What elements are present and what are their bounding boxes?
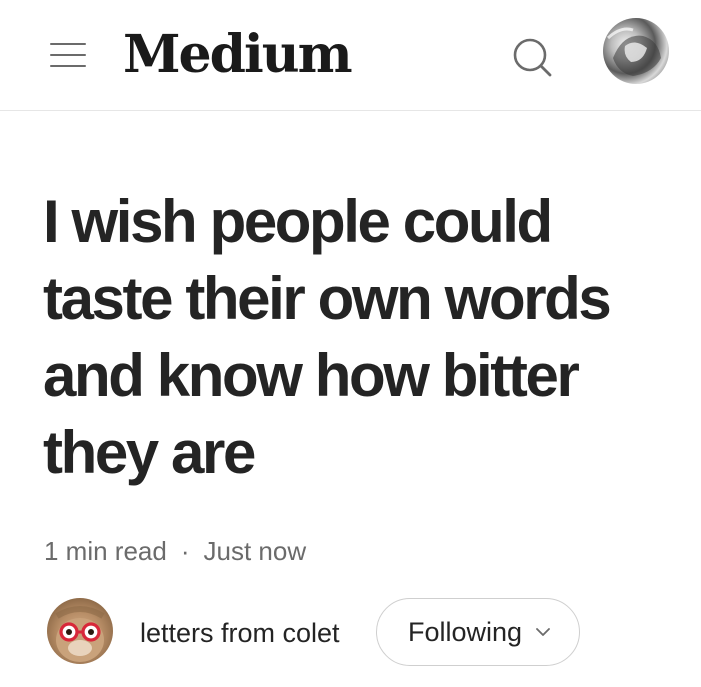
author-name-link[interactable]: letters from colet [140,615,340,651]
top-navigation-bar: Medium [0,0,701,111]
search-icon[interactable] [510,35,554,79]
following-button[interactable]: Following [376,598,580,666]
read-time: 1 min read [44,536,167,566]
article-title: I wish people could taste their own word… [43,188,612,486]
author-photo-icon [55,606,105,662]
user-profile-avatar[interactable] [603,18,669,84]
following-label: Following [407,616,523,647]
hamburger-menu-icon[interactable] [50,40,86,70]
author-avatar[interactable] [47,598,113,664]
meta-separator: · [180,536,190,566]
article-meta: 1 min read · Just now [44,533,306,569]
published-time: Just now [203,536,307,566]
medium-logo[interactable]: Medium [123,20,353,90]
profile-photo-icon [606,27,661,76]
chevron-down-icon [536,628,550,636]
